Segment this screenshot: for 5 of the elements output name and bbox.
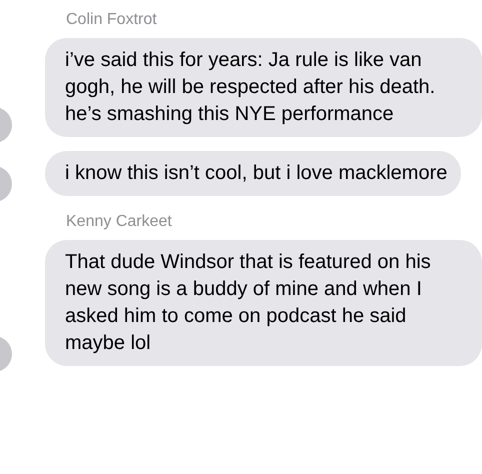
message-bubble: i’ve said this for years: Ja rule is like van gogh, he will be respected after his death. he’s smashing this NYE performance xyxy=(45,38,482,137)
sender-name: Kenny Carkeet xyxy=(65,212,173,232)
sender-name: Colin Foxtrot xyxy=(65,10,158,30)
message-bubble: i know this isn’t cool, but i love macklemore xyxy=(45,151,462,196)
message-bubble: That dude Windsor that is featured on his new song is a buddy of mine and when I asked him to come on podcast he said maybe lol xyxy=(45,240,482,366)
